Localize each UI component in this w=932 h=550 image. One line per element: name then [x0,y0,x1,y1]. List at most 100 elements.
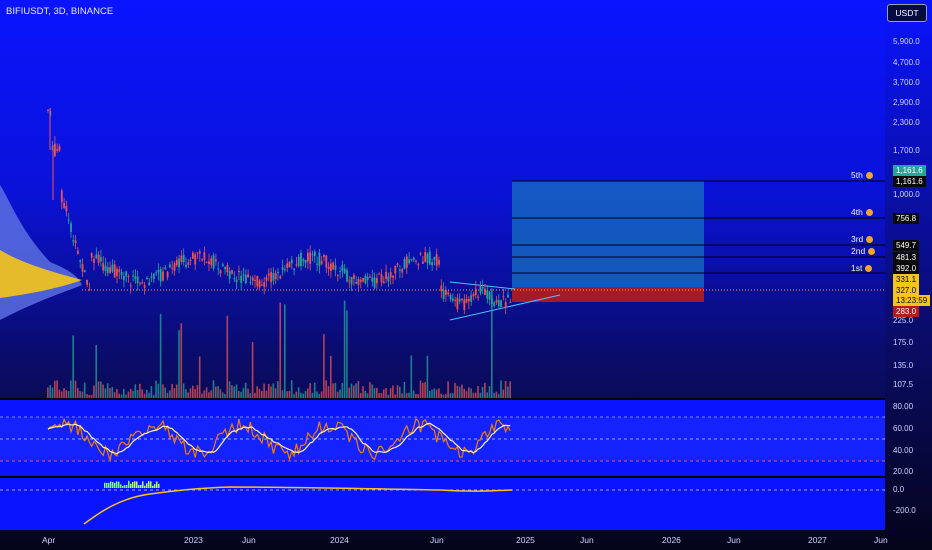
fib-label[interactable]: 2nd [851,246,876,256]
osc-bar [136,481,138,488]
candle-body [412,258,415,261]
volume-bar [428,390,431,398]
candle-body [221,264,224,266]
volume-bar [164,387,166,398]
volume-bar [129,388,132,398]
target-zone[interactable] [512,181,704,287]
symbol-title[interactable]: BIFIUSDT, 3D, BINANCE [6,6,113,17]
volume-bar [401,393,403,398]
osc-bar [156,481,158,488]
candle-body [141,282,144,284]
volume-bar [327,386,330,398]
fib-icon [866,236,874,243]
candle-body [500,300,502,308]
volume-bar [318,393,321,398]
volume-bar [210,390,212,398]
fib-label[interactable]: 1st [851,263,873,273]
candle-body [251,277,254,281]
candle-body [233,278,236,280]
candle-body [205,261,208,263]
volume-bar [272,383,275,398]
candle-body [424,252,427,262]
candle-body [196,252,199,254]
candle-body [120,271,123,276]
price-tag: 331.1 [893,274,920,285]
candle-body [435,254,438,266]
volume-bar [240,391,242,398]
volume-bar [65,390,68,398]
volume-bar [58,389,61,398]
volume-bar [313,382,316,398]
price-tag: 392.0 [893,263,920,274]
candle-body [290,259,293,264]
currency-button[interactable]: USDT [887,4,927,22]
volume-bar [438,388,440,398]
volume-bar [194,389,196,398]
volume-bar [166,392,169,398]
candle-body [382,281,385,284]
candle-body [428,251,431,265]
fib-label[interactable]: 5th [851,170,873,180]
osc-bar [120,484,122,488]
candle-body [359,279,362,282]
volume-bar [449,393,452,398]
candle-body [217,268,220,270]
volume-bar [116,389,118,398]
candle-body [364,275,367,284]
osc-bar [150,481,152,488]
volume-bar [258,388,261,398]
volume-bar [203,390,206,398]
osc-bar [154,484,156,488]
candle-body [449,294,452,300]
volume-bar [74,380,77,398]
fib-label[interactable]: 3rd [851,234,874,244]
candle-body [468,298,470,302]
volume-bar [72,335,74,398]
time-label: 2026 [662,535,681,545]
osc-bar [126,484,128,488]
volume-bar [481,386,484,398]
candle-body [288,262,291,268]
volume-bar [90,394,93,398]
volume-bar [320,391,323,398]
time-label: Jun [727,535,741,545]
volume-bar [228,381,231,398]
candle-body [136,276,139,283]
volume-bar [422,382,424,398]
volume-bar [244,382,247,398]
volume-bar [290,380,293,398]
candle-body [399,269,401,271]
candle-body [458,298,461,302]
candle-body [309,252,312,264]
candle-body [254,279,256,281]
candle-body [139,282,141,284]
candle-body [493,302,496,307]
volume-bar [385,387,387,398]
candle-body [433,257,436,260]
candle-body [330,263,332,271]
price-candles [47,107,512,315]
candle-body [56,148,59,151]
candle-body [74,240,77,244]
volume-bar [504,380,507,398]
candle-body [169,264,171,268]
volume-bar [366,393,369,398]
countdown-tag: 13:23:59 [893,295,931,306]
osc-axis-label: 0.0 [893,485,905,494]
chart-canvas[interactable] [0,0,885,550]
volume-bar [493,392,495,398]
osc-bar [158,483,160,488]
candle-body [378,273,381,275]
candle-body [385,271,387,280]
candle-body [97,254,100,263]
fib-label[interactable]: 4th [851,207,873,217]
candle-body [102,263,105,271]
price-label: 3,700.0 [893,78,920,87]
volume-bar [389,388,392,398]
volume-bar [369,382,371,398]
volume-bar [394,394,396,398]
candle-body [451,298,454,301]
volume-bar [378,393,380,398]
candle-body [497,300,500,306]
candle-body [173,263,176,271]
